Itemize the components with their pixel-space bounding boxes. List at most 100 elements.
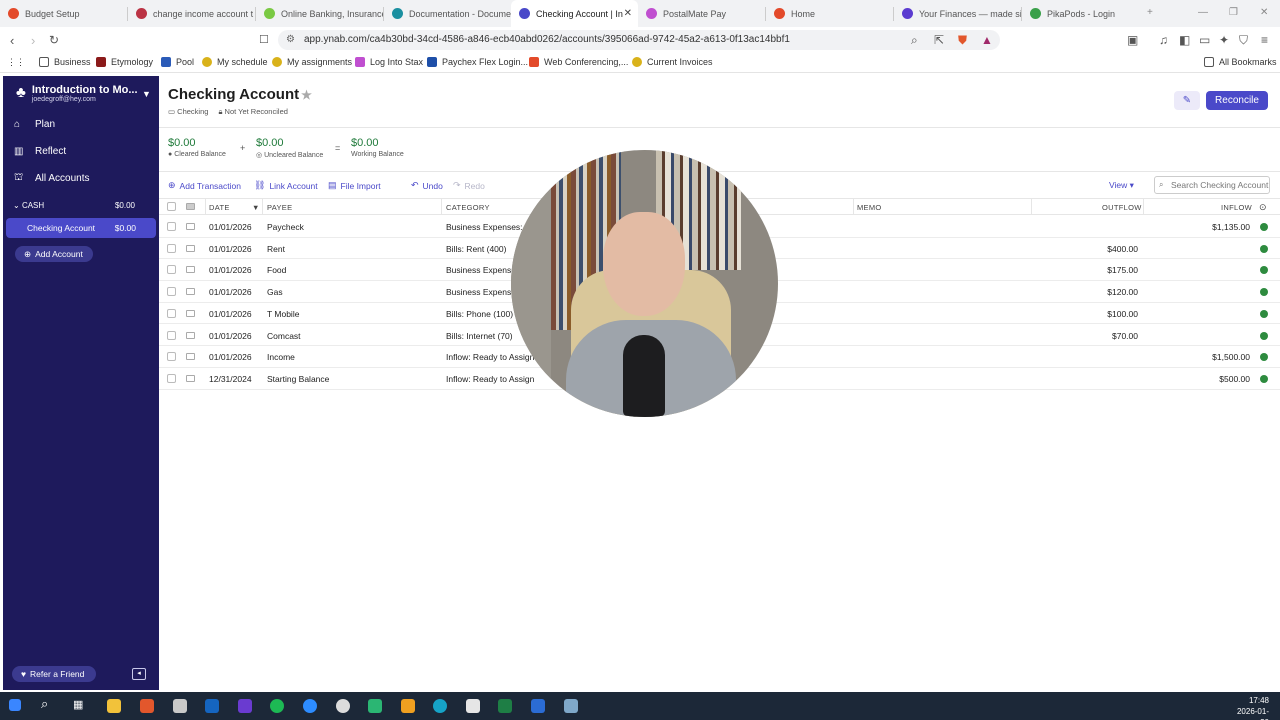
account-group-cash[interactable]: ⌄ CASH $0.00 [13, 201, 135, 210]
column-payee[interactable]: PAYEE [267, 203, 292, 212]
row-checkbox[interactable] [167, 287, 176, 297]
select-all-checkbox[interactable] [167, 202, 176, 211]
nav-plan[interactable]: ⌂ Plan [14, 119, 55, 130]
cleared-icon[interactable] [1260, 309, 1268, 318]
browser-tab[interactable]: change income account t [128, 0, 255, 27]
forward-icon[interactable]: › [31, 33, 35, 48]
row-checkbox[interactable] [167, 243, 176, 253]
column-category[interactable]: CATEGORY [446, 203, 490, 212]
flag-icon[interactable] [186, 244, 195, 252]
browser-tab[interactable]: Online Banking, Insurance [256, 0, 383, 27]
task-view-icon[interactable]: ▦ [73, 698, 87, 712]
tab-close-icon[interactable]: ✕ [624, 8, 632, 19]
nav-all-accounts[interactable]: ⛫ All Accounts [14, 172, 89, 185]
bookmark-current-invoices[interactable]: Current Invoices [632, 57, 713, 67]
apps-icon[interactable]: ⋮⋮ [7, 57, 25, 68]
leo-ai-icon[interactable]: ✦ [1219, 33, 1229, 47]
edit-account-button[interactable]: ✎ [1174, 91, 1200, 110]
column-date[interactable]: DATE [209, 203, 230, 212]
calculator-icon[interactable] [173, 699, 187, 713]
all-bookmarks[interactable]: All Bookmarks [1204, 57, 1277, 67]
outlook-icon[interactable] [205, 699, 219, 713]
browser-tab[interactable]: Budget Setup [0, 0, 127, 27]
app-icon[interactable] [368, 699, 382, 713]
browser-tab[interactable]: Documentation - Docume [384, 0, 511, 27]
row-checkbox[interactable] [167, 265, 176, 275]
wallet-icon[interactable]: ▭ [1199, 33, 1210, 47]
browser-tab[interactable]: PikaPods - Login [1022, 0, 1132, 27]
cleared-icon[interactable] [1260, 331, 1268, 340]
flag-icon[interactable] [186, 309, 195, 317]
app-icon[interactable] [336, 699, 350, 713]
bookmark-icon[interactable]: ☐ [259, 33, 269, 46]
sidebar-account-checking[interactable]: Checking Account $0.00 [6, 218, 156, 238]
budget-menu[interactable]: ♣ Introduction to Mo... joedegroff@hey.c… [16, 84, 138, 103]
back-icon[interactable]: ‹ [10, 33, 14, 48]
bookmark-paychex[interactable]: Paychex Flex Login... [427, 57, 528, 67]
cleared-icon[interactable] [1260, 266, 1268, 275]
brave-shield-icon[interactable]: ⛊ [958, 33, 967, 48]
brave-icon[interactable] [140, 699, 154, 713]
nav-reflect[interactable]: ▥ Reflect [14, 146, 66, 157]
column-memo[interactable]: MEMO [857, 203, 882, 212]
bookmark-my-schedule[interactable]: My schedule [202, 57, 268, 67]
column-inflow[interactable]: INFLOW [1221, 203, 1252, 212]
calculator-icon[interactable] [466, 699, 480, 713]
column-outflow[interactable]: OUTFLOW [1102, 203, 1142, 212]
view-button[interactable]: View ▾ [1109, 180, 1134, 191]
rewards-icon[interactable]: ▲ [981, 33, 993, 47]
collapse-sidebar-icon[interactable]: ◂ [132, 668, 146, 680]
browser-tab[interactable]: Your Finances — made si [894, 0, 1021, 27]
cleared-icon[interactable] [1260, 353, 1268, 362]
minimize-icon[interactable]: — [1198, 7, 1208, 18]
row-checkbox[interactable] [167, 352, 176, 362]
file-explorer-icon[interactable] [107, 699, 121, 713]
refer-a-friend-button[interactable]: ♥ Refer a Friend [12, 666, 96, 682]
restore-icon[interactable]: ❐ [1229, 7, 1238, 18]
flag-icon[interactable] [186, 353, 195, 361]
add-account-button[interactable]: ⊕ Add Account [15, 246, 93, 262]
browser-tab[interactable]: PostalMate Pay [638, 0, 765, 27]
flag-icon[interactable] [186, 288, 195, 296]
search-input[interactable]: ⌕ Search Checking Account [1154, 176, 1270, 194]
app-icon[interactable] [433, 699, 447, 713]
reconcile-button[interactable]: Reconcile [1206, 91, 1268, 110]
row-checkbox[interactable] [167, 222, 176, 231]
spotify-icon[interactable] [270, 699, 284, 713]
bookmark-log-into-stax[interactable]: Log Into Stax [355, 57, 423, 67]
bookmark-pool[interactable]: Pool [161, 57, 194, 67]
cleared-icon[interactable] [1260, 288, 1268, 297]
search-icon[interactable]: ⌕ [41, 696, 55, 711]
app-icon[interactable] [564, 699, 578, 713]
start-icon[interactable] [9, 699, 21, 711]
flag-icon[interactable] [186, 223, 195, 230]
row-checkbox[interactable] [167, 373, 176, 383]
flag-icon[interactable] [186, 266, 195, 274]
add-transaction-button[interactable]: ⊕ Add Transaction [168, 180, 241, 191]
browser-tab[interactable]: Home [766, 0, 893, 27]
word-icon[interactable] [531, 699, 545, 713]
app-icon[interactable] [238, 699, 252, 713]
bookmark-my-assignments[interactable]: My assignments [272, 57, 352, 67]
flag-icon[interactable] [186, 374, 195, 382]
new-tab-icon[interactable]: + [1147, 7, 1153, 18]
sidebar-icon[interactable]: ▣ [1127, 33, 1138, 47]
system-clock[interactable]: 17:48 2026-01-30 [1233, 695, 1269, 720]
menu-icon[interactable]: ≡ [1261, 33, 1268, 47]
excel-icon[interactable] [498, 699, 512, 713]
row-checkbox[interactable] [167, 308, 176, 318]
row-checkbox[interactable] [167, 330, 176, 340]
redo-button[interactable]: ↷ Redo [453, 180, 485, 191]
media-icon[interactable]: ♫ [1159, 33, 1168, 47]
cleared-icon[interactable] [1260, 374, 1268, 383]
share-icon[interactable]: ⇱ [934, 33, 944, 47]
cleared-icon[interactable] [1260, 223, 1268, 231]
bookmark-web-conferencing[interactable]: Web Conferencing,... [529, 57, 628, 67]
undo-button[interactable]: ↶ Undo [411, 180, 443, 191]
reload-icon[interactable]: ↻ [49, 33, 59, 47]
flag-icon[interactable] [186, 331, 195, 339]
cleared-icon[interactable] [1260, 244, 1268, 253]
reader-icon[interactable]: ◧ [1179, 33, 1190, 47]
url-field[interactable]: ⚙ app.ynab.com/ca4b30bd-34cd-4586-a846-ec… [278, 30, 1000, 50]
vpn-icon[interactable]: ⛉ [1239, 33, 1248, 48]
